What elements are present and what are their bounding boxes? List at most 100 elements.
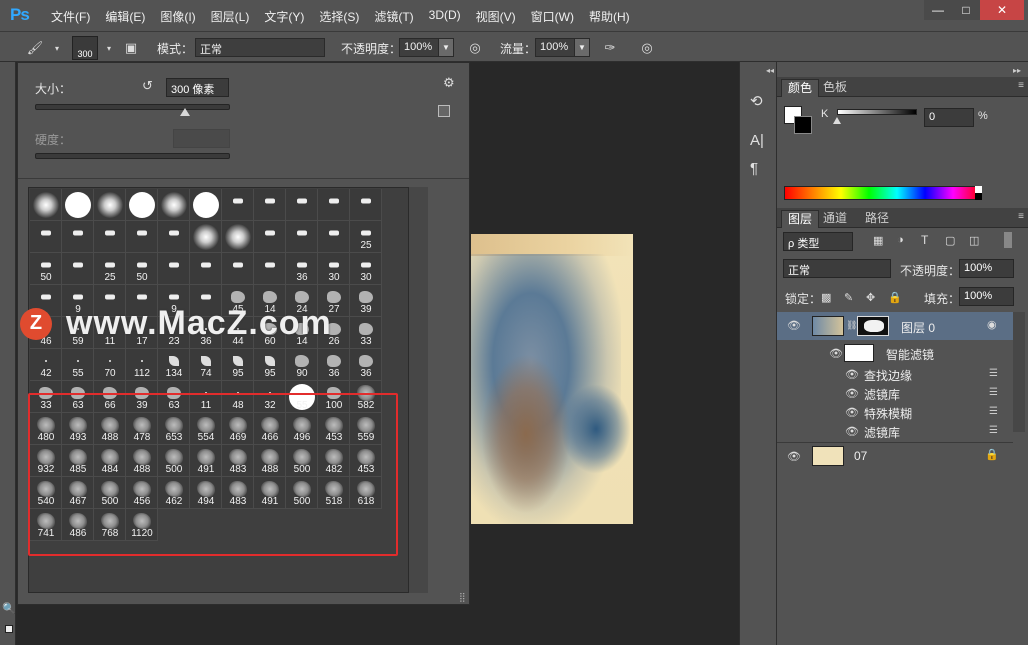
expand-panels-icon[interactable]: ◂◂ <box>766 66 774 75</box>
brush-preset[interactable]: 25 <box>94 253 126 285</box>
brush-preset[interactable]: 540 <box>30 477 62 509</box>
maximize-button[interactable]: □ <box>952 0 980 20</box>
eye-icon[interactable]: 👁 <box>787 319 801 332</box>
spectrum-black-white[interactable] <box>975 186 982 200</box>
brush-preset[interactable]: 483 <box>222 477 254 509</box>
brush-preset[interactable]: 494 <box>190 477 222 509</box>
brush-preset[interactable] <box>190 221 222 253</box>
brush-preset[interactable]: 48 <box>222 381 254 413</box>
close-button[interactable]: ✕ <box>980 0 1024 20</box>
brush-preset[interactable]: 462 <box>158 477 190 509</box>
menu-item[interactable]: 图像(I) <box>160 8 195 25</box>
preset-grid-scrollbar[interactable] <box>408 187 428 593</box>
brush-preset[interactable]: 36 <box>350 349 382 381</box>
brush-preset[interactable] <box>222 253 254 285</box>
collapse-panels-icon[interactable]: ▸▸ <box>1013 66 1021 75</box>
filter-item[interactable]: 滤镜库 <box>864 424 900 441</box>
brush-preset[interactable]: 30 <box>350 253 382 285</box>
layer-row-layer0[interactable]: 👁 ⛓ 图层 0 ◉ <box>777 312 1013 340</box>
brush-preset[interactable] <box>126 189 158 221</box>
brush-preset[interactable]: 488 <box>254 445 286 477</box>
opacity-dropdown-button[interactable]: ▼ <box>438 38 454 57</box>
filter-blending-options-icon[interactable]: ☰ <box>989 387 998 398</box>
menu-item[interactable]: 选择(S) <box>319 8 359 25</box>
brush-preset[interactable]: 25 <box>350 221 382 253</box>
layer-filter-select[interactable]: ρ 类型 <box>783 232 853 251</box>
eye-icon[interactable]: 👁 <box>829 347 843 360</box>
brush-preset[interactable]: 63 <box>62 381 94 413</box>
filter-adjustment-icon[interactable]: ◑ <box>897 234 904 246</box>
menu-item[interactable]: 帮助(H) <box>589 8 630 25</box>
brush-preset[interactable] <box>190 189 222 221</box>
smart-filter-mask-thumbnail[interactable] <box>844 344 874 362</box>
brush-preset[interactable] <box>94 189 126 221</box>
brush-preset[interactable]: 768 <box>94 509 126 541</box>
filter-toggle-icon[interactable] <box>1004 232 1012 248</box>
resize-grip-icon[interactable]: ⣿ <box>459 592 466 603</box>
color-panel-menu-icon[interactable]: ≡ <box>1018 80 1024 91</box>
link-icon[interactable]: ⛓ <box>846 320 857 331</box>
menu-item[interactable]: 图层(L) <box>211 8 250 25</box>
brush-preset[interactable]: 932 <box>30 445 62 477</box>
filter-blending-options-icon[interactable]: ☰ <box>989 425 998 436</box>
pressure-size-icon[interactable]: ◎ <box>638 39 656 57</box>
eye-icon[interactable]: 👁 <box>845 368 859 381</box>
brush-preset[interactable] <box>158 221 190 253</box>
opacity-field[interactable]: 100% <box>399 38 439 57</box>
filter-item[interactable]: 查找边缘 <box>864 367 912 384</box>
brush-preset[interactable]: 33 <box>350 317 382 349</box>
filter-blending-options-icon[interactable]: ☰ <box>989 406 998 417</box>
brush-preset[interactable] <box>126 221 158 253</box>
history-icon[interactable]: ⟲ <box>750 92 763 110</box>
pressure-opacity-icon[interactable]: ◎ <box>466 39 484 57</box>
foreground-color-icon[interactable] <box>5 625 13 633</box>
eye-icon[interactable]: 👁 <box>845 425 859 438</box>
eye-icon[interactable]: 👁 <box>787 450 801 463</box>
brush-preset[interactable] <box>62 189 94 221</box>
brush-preset[interactable] <box>286 189 318 221</box>
menu-item[interactable]: 编辑(E) <box>105 8 145 25</box>
brush-preset[interactable] <box>222 189 254 221</box>
brush-preset[interactable]: 467 <box>62 477 94 509</box>
brush-preset[interactable] <box>30 221 62 253</box>
background-layer-name[interactable]: 07 <box>854 449 867 463</box>
character-icon[interactable]: A| <box>750 132 764 149</box>
lock-position-icon[interactable]: ✥ <box>866 291 875 304</box>
layer-opacity-field[interactable]: 100% <box>959 259 1014 278</box>
brush-preset[interactable]: 554 <box>190 413 222 445</box>
brush-preset[interactable]: 63 <box>158 381 190 413</box>
tab-channels[interactable]: 通道 <box>817 210 853 228</box>
brush-preset[interactable]: 582 <box>350 381 382 413</box>
size-slider-thumb[interactable] <box>180 108 191 116</box>
menu-item[interactable]: 文字(Y) <box>264 8 304 25</box>
brush-preset[interactable]: 33 <box>30 381 62 413</box>
brush-preset[interactable]: 95 <box>254 349 286 381</box>
brush-preset[interactable]: 493 <box>62 413 94 445</box>
brush-preset[interactable] <box>350 189 382 221</box>
brush-preset[interactable]: 100 <box>318 381 350 413</box>
brush-preset[interactable]: 466 <box>254 413 286 445</box>
background-swatch[interactable] <box>794 116 812 134</box>
brush-preset[interactable]: 500 <box>286 477 318 509</box>
brush-preset[interactable]: 486 <box>62 509 94 541</box>
layers-panel-menu-icon[interactable]: ≡ <box>1018 211 1024 222</box>
brush-preset[interactable]: 483 <box>222 445 254 477</box>
brush-preset[interactable]: 478 <box>126 413 158 445</box>
paragraph-icon[interactable]: ¶ <box>750 160 758 177</box>
brush-preset[interactable]: 55 <box>286 381 318 413</box>
tab-layers[interactable]: 图层 <box>781 210 820 228</box>
brush-preset[interactable]: 559 <box>350 413 382 445</box>
brush-preset[interactable]: 39 <box>126 381 158 413</box>
size-slider-track[interactable] <box>35 104 230 110</box>
brush-preset[interactable]: 134 <box>158 349 190 381</box>
brush-preset[interactable]: 50 <box>126 253 158 285</box>
brush-preset[interactable] <box>30 189 62 221</box>
brush-panel-toggle-icon[interactable]: ▣ <box>122 39 140 57</box>
brush-preset[interactable]: 42 <box>30 349 62 381</box>
brush-preset[interactable]: 484 <box>94 445 126 477</box>
flow-field[interactable]: 100% <box>535 38 575 57</box>
tab-color[interactable]: 颜色 <box>781 79 820 97</box>
brush-preset[interactable]: 491 <box>190 445 222 477</box>
menu-item[interactable]: 文件(F) <box>51 8 90 25</box>
brush-preset[interactable]: 30 <box>318 253 350 285</box>
